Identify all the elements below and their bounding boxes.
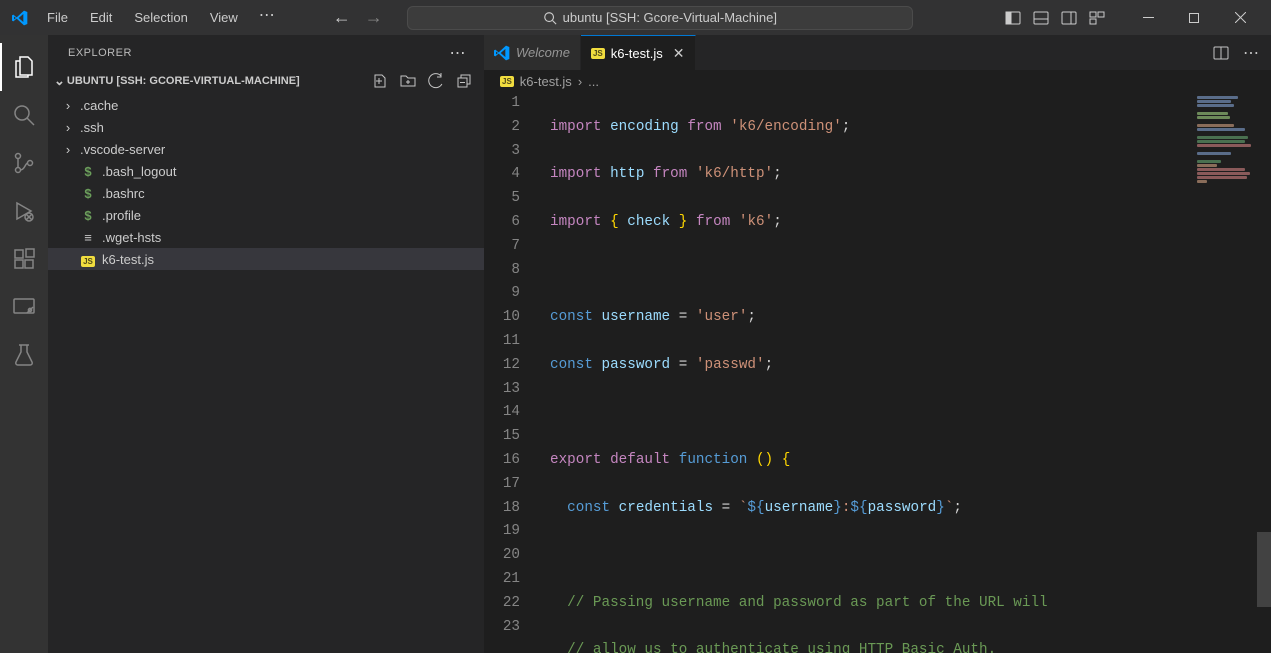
breadcrumb-file: k6-test.js (520, 74, 572, 89)
chevron-down-icon: ⌄ (54, 73, 65, 89)
tree-file-profile[interactable]: $.profile (48, 204, 484, 226)
tree-folder-ssh[interactable]: ›.ssh (48, 116, 484, 138)
titlebar: File Edit Selection View ⋯ ← → ubuntu [S… (0, 0, 1271, 35)
tree-file-wget-hsts[interactable]: ≡.wget-hsts (48, 226, 484, 248)
tab-k6-test-label: k6-test.js (611, 46, 663, 61)
menu-more[interactable]: ⋯ (251, 6, 283, 29)
layout-customize-icon[interactable] (1089, 10, 1105, 26)
layout-sidebar-right-icon[interactable] (1061, 10, 1077, 26)
explorer-sidebar: EXPLORER ⋯ ⌄ UBUNTU [SSH: GCORE-VIRTUAL-… (48, 35, 484, 653)
tree-file-bashrc[interactable]: $.bashrc (48, 182, 484, 204)
scrollbar-thumb[interactable] (1257, 532, 1271, 607)
js-file-icon: JS (500, 76, 514, 87)
folder-header[interactable]: ⌄ UBUNTU [SSH: GCORE-VIRTUAL-MACHINE] (48, 70, 484, 92)
files-icon (12, 55, 36, 79)
chevron-right-icon: › (62, 120, 74, 135)
tab-welcome-label: Welcome (516, 45, 570, 60)
folder-name: UBUNTU [SSH: GCORE-VIRTUAL-MACHINE] (67, 75, 300, 87)
tree-folder-cache[interactable]: ›.cache (48, 94, 484, 116)
layout-sidebar-left-icon[interactable] (1005, 10, 1021, 26)
minimize-button[interactable] (1125, 0, 1171, 35)
window-controls (1005, 0, 1263, 35)
layout-panel-icon[interactable] (1033, 10, 1049, 26)
search-icon (543, 11, 557, 25)
vertical-scrollbar[interactable] (1257, 92, 1271, 653)
activity-run-debug[interactable] (0, 187, 48, 235)
nav-back-icon[interactable]: ← (333, 7, 351, 28)
js-file-icon: JS (591, 48, 605, 59)
editor-area: Welcome JS k6-test.js ✕ ⋯ JS k6-test.js … (484, 35, 1271, 653)
activity-testing[interactable] (0, 331, 48, 379)
new-folder-icon[interactable] (400, 73, 416, 89)
shell-icon: $ (80, 164, 96, 179)
debug-icon (12, 199, 36, 223)
code-content[interactable]: import encoding from 'k6/encoding'; impo… (538, 92, 1191, 653)
explorer-header: EXPLORER ⋯ (48, 35, 484, 70)
maximize-button[interactable] (1171, 0, 1217, 35)
tree-file-bash-logout[interactable]: $.bash_logout (48, 160, 484, 182)
menu-selection[interactable]: Selection (125, 6, 196, 29)
close-button[interactable] (1217, 0, 1263, 35)
chevron-right-icon: › (578, 74, 582, 89)
line-numbers: 1234567891011121314151617181920212223 (484, 92, 538, 653)
refresh-icon[interactable] (428, 73, 444, 89)
nav-arrows: ← → (333, 7, 383, 28)
tab-close-icon[interactable]: ✕ (673, 45, 685, 62)
js-file-icon: JS (80, 252, 96, 267)
vscode-icon (494, 45, 510, 61)
source-control-icon (12, 151, 36, 175)
breadcrumb[interactable]: JS k6-test.js › ... (484, 70, 1271, 92)
vscode-logo (12, 10, 28, 26)
tab-welcome[interactable]: Welcome (484, 35, 581, 70)
tree-file-k6-test[interactable]: JSk6-test.js (48, 248, 484, 270)
split-editor-icon[interactable] (1213, 45, 1229, 61)
file-tree: ›.cache ›.ssh ›.vscode-server $.bash_log… (48, 92, 484, 270)
shell-icon: $ (80, 208, 96, 223)
tab-k6-test[interactable]: JS k6-test.js ✕ (581, 35, 696, 70)
extensions-icon (12, 247, 36, 271)
new-file-icon[interactable] (372, 73, 388, 89)
code-editor[interactable]: 1234567891011121314151617181920212223 im… (484, 92, 1271, 653)
search-icon (12, 103, 36, 127)
nav-forward-icon[interactable]: → (365, 7, 383, 28)
command-center[interactable]: ubuntu [SSH: Gcore-Virtual-Machine] (407, 6, 913, 30)
explorer-more-icon[interactable]: ⋯ (450, 43, 467, 63)
breadcrumb-more: ... (588, 74, 599, 89)
menu-view[interactable]: View (201, 6, 247, 29)
editor-tabs: Welcome JS k6-test.js ✕ ⋯ (484, 35, 1271, 70)
chevron-right-icon: › (62, 98, 74, 113)
shell-icon: $ (80, 186, 96, 201)
menu-edit[interactable]: Edit (81, 6, 121, 29)
collapse-all-icon[interactable] (456, 73, 472, 89)
chevron-right-icon: › (62, 142, 74, 157)
editor-more-actions-icon[interactable]: ⋯ (1243, 43, 1259, 63)
text-file-icon: ≡ (80, 230, 96, 245)
activity-bar (0, 35, 48, 653)
activity-extensions[interactable] (0, 235, 48, 283)
explorer-title: EXPLORER (68, 47, 132, 59)
menu-bar: File Edit Selection View ⋯ (38, 6, 283, 29)
activity-explorer[interactable] (0, 43, 48, 91)
beaker-icon (12, 343, 36, 367)
activity-remote[interactable] (0, 283, 48, 331)
tree-folder-vscode-server[interactable]: ›.vscode-server (48, 138, 484, 160)
activity-source-control[interactable] (0, 139, 48, 187)
remote-icon (12, 295, 36, 319)
activity-search[interactable] (0, 91, 48, 139)
command-center-text: ubuntu [SSH: Gcore-Virtual-Machine] (563, 10, 777, 25)
menu-file[interactable]: File (38, 6, 77, 29)
